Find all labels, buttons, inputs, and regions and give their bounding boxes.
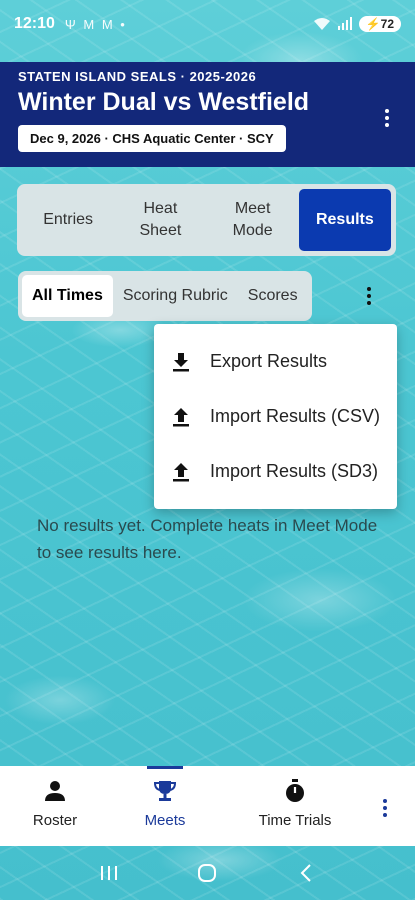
- person-icon: [45, 781, 65, 801]
- nav-label: Roster: [32, 812, 78, 829]
- back-icon[interactable]: [294, 861, 318, 885]
- nav-label: Meets: [144, 812, 186, 829]
- nav-label: Time Trials: [258, 812, 332, 829]
- upload-icon: [173, 462, 189, 481]
- bottom-nav: Roster Meets Time Trials: [0, 766, 415, 846]
- menu-item-export[interactable]: Export Results: [154, 334, 397, 389]
- tab-entries[interactable]: Entries: [22, 189, 114, 251]
- nav-more-icon[interactable]: [379, 796, 391, 820]
- menu-item-label: Import Results (SD3): [210, 461, 379, 481]
- nav-time-trials[interactable]: Time Trials: [220, 766, 370, 846]
- status-time: 12:10: [14, 15, 55, 32]
- home-icon[interactable]: [195, 861, 219, 885]
- menu-item-label: Export Results: [210, 351, 328, 371]
- battery-icon: ⚡72: [358, 16, 401, 32]
- subtab-all-times[interactable]: All Times: [22, 275, 113, 317]
- upload-icon: [173, 407, 189, 426]
- results-menu: Export Results Import Results (CSV) Impo…: [154, 324, 397, 509]
- app-header: STATEN ISLAND SEALS · 2025-2026 Winter D…: [0, 62, 415, 167]
- battery-level: 72: [380, 17, 394, 31]
- menu-item-import-sd3[interactable]: Import Results (SD3): [154, 444, 397, 499]
- menu-item-import-csv[interactable]: Import Results (CSV): [154, 389, 397, 444]
- menu-item-label: Import Results (CSV): [210, 406, 381, 426]
- nav-meets[interactable]: Meets: [110, 766, 220, 846]
- meet-title: Winter Dual vs Westfield: [18, 88, 310, 116]
- notification-icons: Ψ M M •: [64, 16, 127, 32]
- subtab-scores[interactable]: Scores: [238, 275, 308, 317]
- main-tabs: Entries Heat Sheet Meet Mode Results: [17, 184, 396, 256]
- system-nav-bar: [0, 846, 415, 900]
- meet-info-chip: Dec 9, 2026 · CHS Aquatic Center · SCY: [18, 125, 286, 152]
- empty-results-message: No results yet. Complete heats in Meet M…: [37, 516, 378, 562]
- tab-meet-mode[interactable]: Meet Mode: [207, 189, 299, 251]
- download-icon: [173, 352, 189, 371]
- results-more-icon[interactable]: [357, 284, 381, 308]
- recent-apps-icon[interactable]: [97, 861, 121, 885]
- stopwatch-icon: [286, 779, 304, 802]
- tab-results[interactable]: Results: [298, 189, 391, 251]
- team-season: STATEN ISLAND SEALS · 2025-2026: [18, 69, 257, 84]
- subtab-scoring-rubric[interactable]: Scoring Rubric: [113, 275, 238, 317]
- status-bar: 12:10 Ψ M M • ⚡72: [0, 0, 415, 48]
- tab-heat-sheet[interactable]: Heat Sheet: [114, 189, 206, 251]
- nav-roster[interactable]: Roster: [0, 766, 110, 846]
- header-more-icon[interactable]: [375, 106, 399, 130]
- sub-tabs: All Times Scoring Rubric Scores: [18, 271, 312, 321]
- trophy-icon: [153, 781, 177, 801]
- wifi-icon: [313, 18, 330, 30]
- status-right: ⚡72: [313, 16, 401, 32]
- signal-icon: [337, 17, 352, 30]
